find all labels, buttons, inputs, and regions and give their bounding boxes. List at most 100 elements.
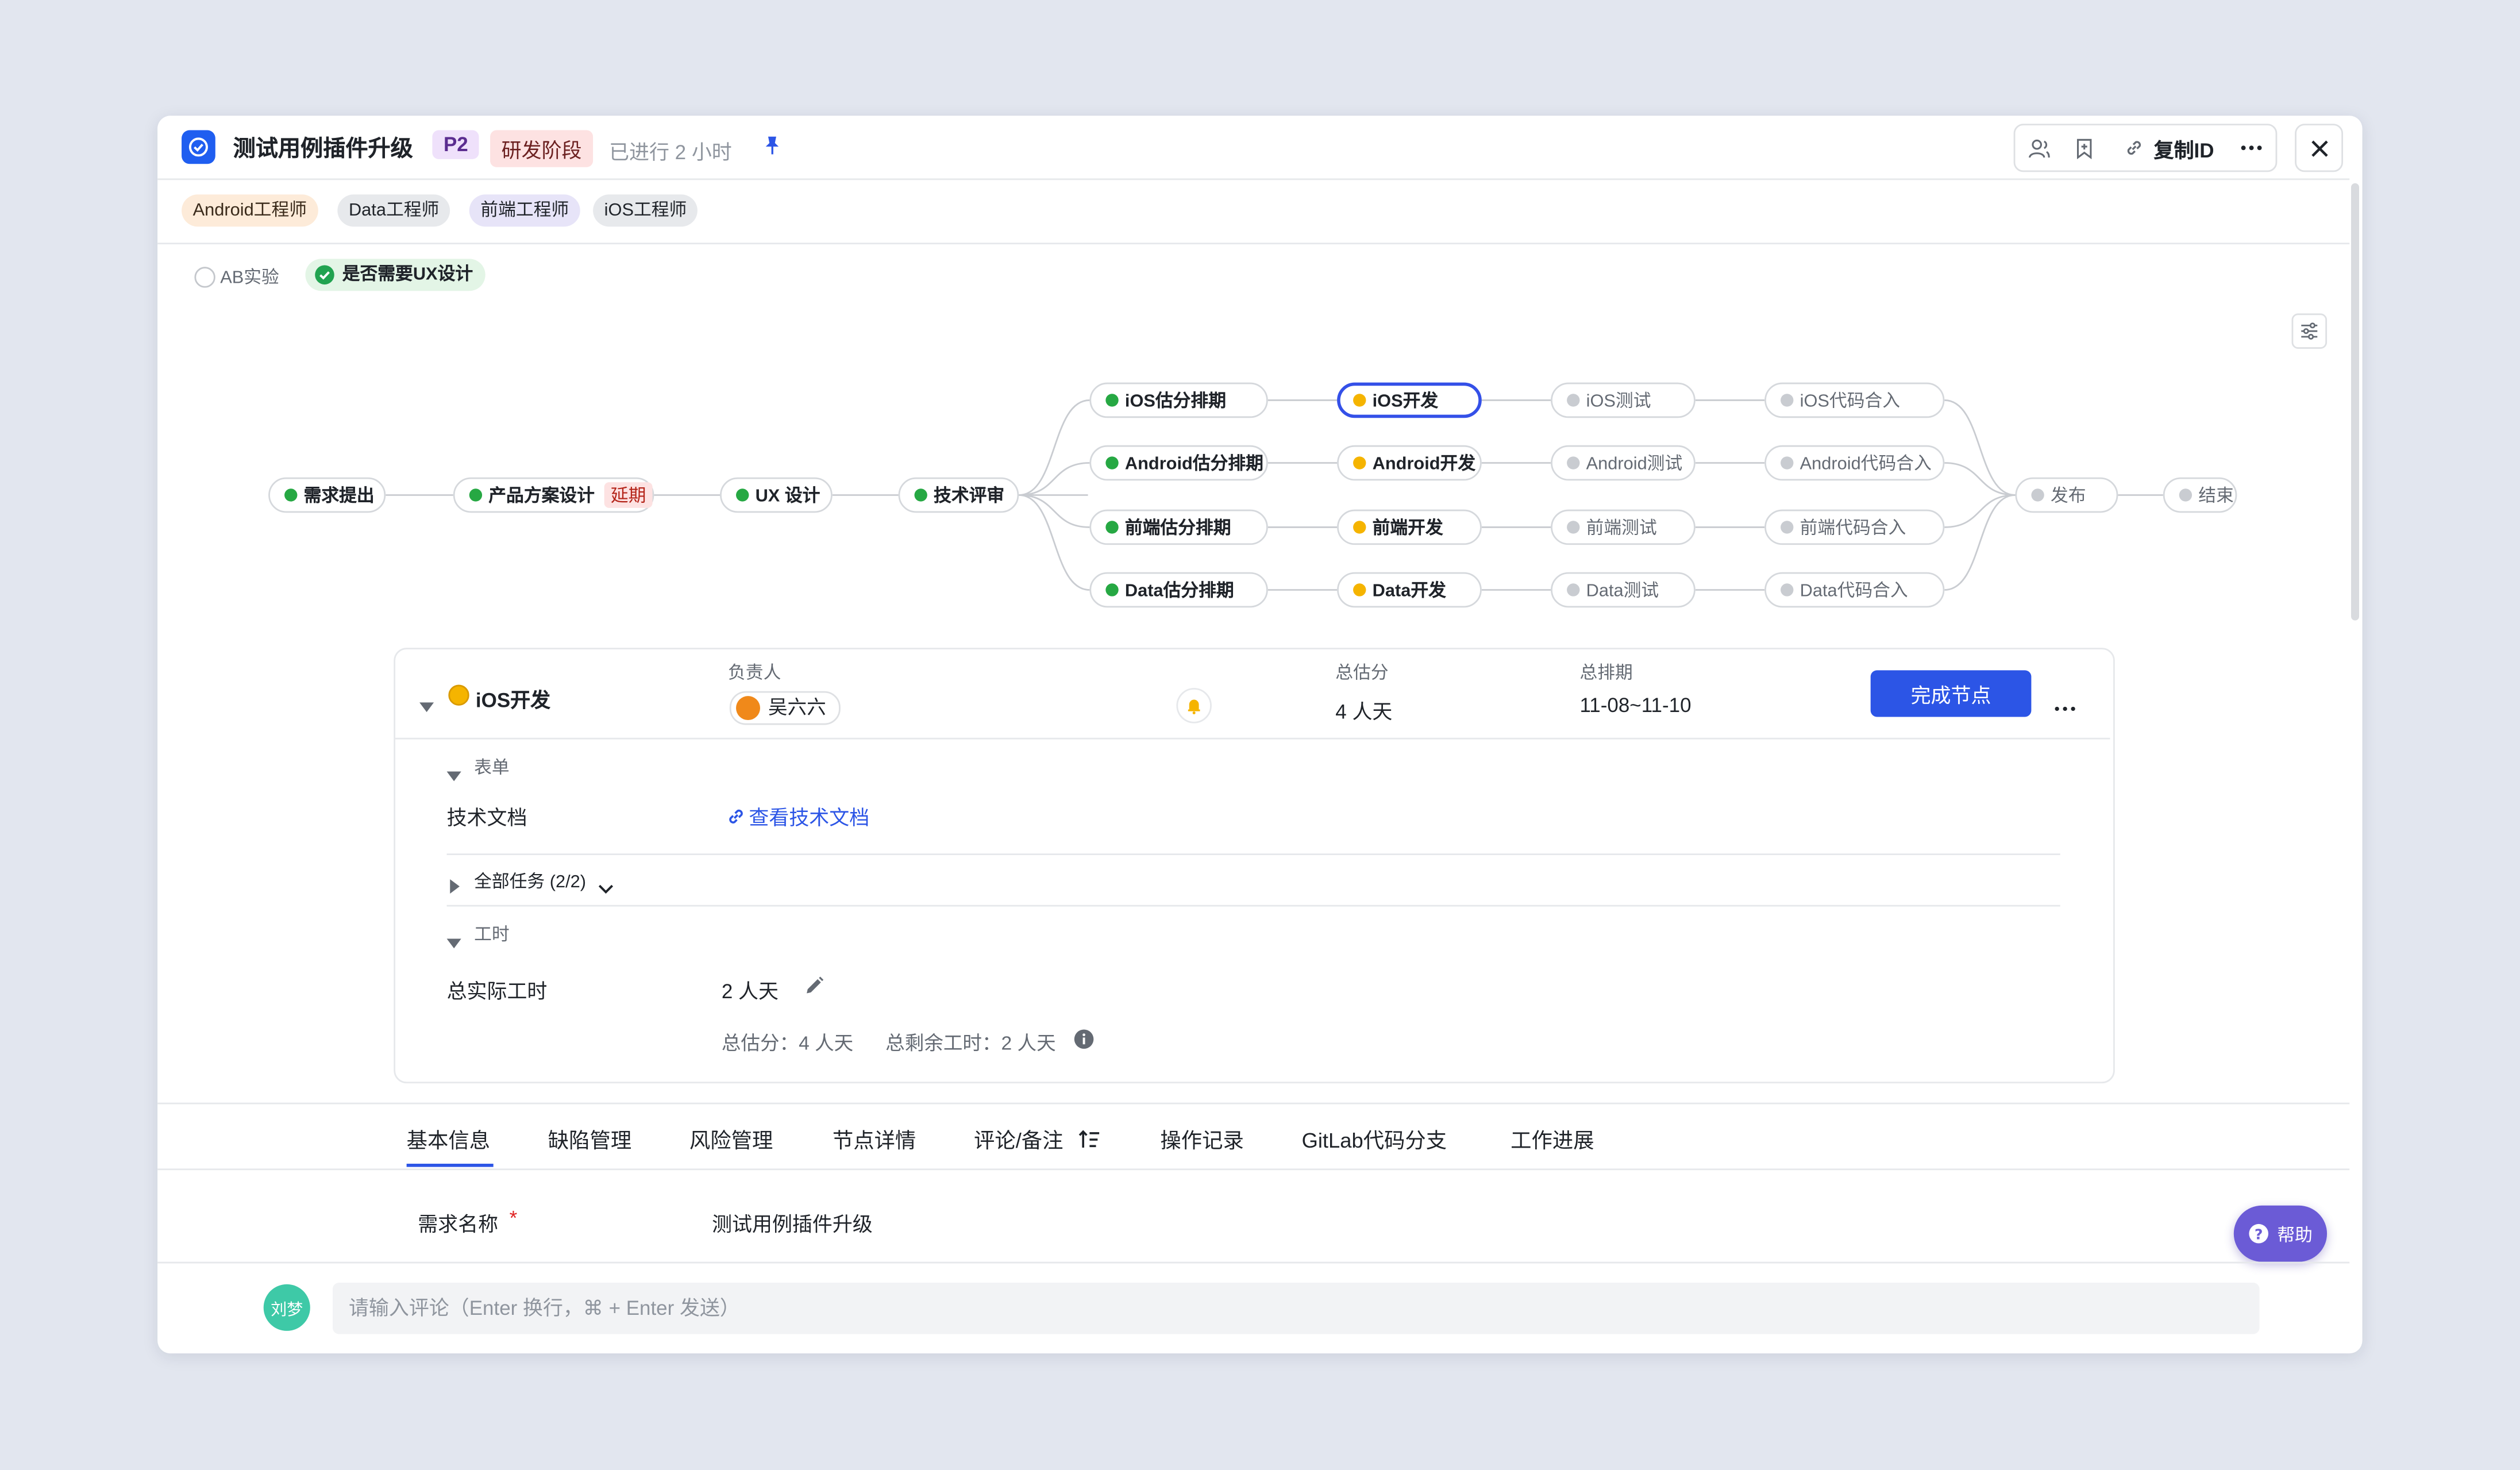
tech-doc-link[interactable]: 查看技术文档 [726,801,869,831]
bell-icon [1188,699,1200,714]
flow-node-android-test[interactable]: Android测试 [1551,445,1696,481]
tab-comments[interactable]: 评论/备注 [974,1123,1101,1154]
complete-node-button[interactable]: 完成节点 [1870,670,2032,717]
summary-remaining: 总剩余工时：2 人天 [885,1032,1056,1055]
tech-doc-link-text: 查看技术文档 [749,807,870,830]
flow-node-label: 前端估分排期 [1124,519,1231,538]
flow-node-ux-design[interactable]: UX 设计 [720,477,833,513]
tab-gitlab-branches[interactable]: GitLab代码分支 [1302,1123,1447,1154]
tabs-top-divider [157,1102,2350,1105]
status-dot [736,488,749,502]
flow-node-label: UX 设计 [755,487,820,507]
flow-node-label: Data测试 [1586,582,1659,602]
collapse-caret-icon[interactable] [419,691,434,720]
flow-node-ios-estimate[interactable]: iOS估分排期 [1089,382,1268,418]
owner-chip[interactable]: 吴六六 [729,691,841,725]
flow-node-frontend-merge[interactable]: 前端代码合入 [1764,509,1945,545]
flow-node-label: iOS代码合入 [1800,392,1901,412]
svg-text:?: ? [2255,1226,2263,1242]
flow-node-label: 前端测试 [1586,519,1657,538]
owner-name: 吴六六 [768,696,826,719]
flow-node-label: 技术评审 [934,487,1005,507]
remind-button[interactable] [1176,688,1212,724]
flow-node-android-merge[interactable]: Android代码合入 [1764,445,1945,481]
flow-node-label: 需求提出 [303,487,375,507]
status-dot [284,488,298,502]
tab-node-details[interactable]: 节点详情 [833,1123,916,1154]
avatar [736,696,760,721]
hours-caret-icon[interactable] [446,928,461,956]
requirement-name-label: 需求名称 [418,1213,499,1236]
detail-node-name: iOS开发 [475,689,551,713]
section-divider [446,905,2060,907]
flow-node-ios-dev[interactable]: iOS开发 [1337,382,1482,418]
help-button[interactable]: ? 帮助 [2233,1205,2328,1262]
tab-risks[interactable]: 风险管理 [689,1123,773,1154]
flow-node-label: Data代码合入 [1800,582,1908,602]
flag-icon [914,488,927,502]
tab-basic-info[interactable]: 基本信息 [407,1123,490,1154]
flow-node-release[interactable]: 发布 [2015,477,2118,513]
actual-hours-label: 总实际工时 [446,980,548,1003]
flow-node-label: 发布 [2050,487,2086,507]
card-more-icon[interactable] [2054,691,2076,720]
flow-node-frontend-estimate[interactable]: 前端估分排期 [1089,509,1268,545]
form-caret-icon[interactable] [446,760,461,789]
status-dot [1567,456,1580,470]
tasks-caret-icon[interactable] [450,873,460,902]
requirement-name-value[interactable]: 测试用例插件升级 [712,1207,873,1238]
comment-input[interactable]: 请输入评论（Enter 换行，⌘ + Enter 发送） [332,1283,2260,1334]
flow-connectors [386,399,2163,591]
flow-node-ios-merge[interactable]: iOS代码合入 [1764,382,1945,418]
section-divider [446,853,2060,856]
flow-node-label: Data估分排期 [1124,582,1234,602]
summary-estimate: 总估分：4 人天 [721,1032,854,1055]
schedule-label: 总排期 [1579,664,1633,683]
flow-node-data-merge[interactable]: Data代码合入 [1764,572,1945,608]
flow-node-ios-test[interactable]: iOS测试 [1551,382,1696,418]
info-icon[interactable] [1073,1029,1094,1057]
tab-defects[interactable]: 缺陷管理 [548,1123,631,1154]
flow-node-end[interactable]: 结束 [2163,477,2237,513]
flow-node-android-estimate[interactable]: Android估分排期 [1089,445,1268,481]
hours-section-title[interactable]: 工时 [474,921,510,947]
tab-progress[interactable]: 工作进展 [1511,1123,1594,1154]
flow-node-data-dev[interactable]: Data开发 [1337,572,1482,608]
flow-node-label: Android代码合入 [1800,455,1932,475]
tab-operation-log[interactable]: 操作记录 [1160,1123,1243,1154]
flow-node-frontend-dev[interactable]: 前端开发 [1337,509,1482,545]
form-section-title[interactable]: 表单 [474,754,510,780]
link-icon [729,809,743,823]
flow-node-requirement[interactable]: 需求提出 [268,477,386,513]
status-dot [1567,521,1580,534]
tasks-section-title[interactable]: 全部任务 (2/2) [474,868,586,894]
status-dot [1781,583,1794,597]
status-dot [1105,583,1119,597]
status-dot [1353,583,1366,597]
requirement-window: 测试用例插件升级 P2 研发阶段 已进行 2 小时 复制ID Android工程… [157,116,2363,1354]
active-tab-indicator [406,1164,494,1167]
edit-pencil-icon[interactable] [804,976,824,1005]
status-dot [1105,456,1119,470]
flow-node-data-estimate[interactable]: Data估分排期 [1089,572,1268,608]
status-dot [1781,521,1794,534]
owner-label: 负责人 [728,664,781,683]
help-label: 帮助 [2277,1225,2313,1245]
estimate-value: 4 人天 [1335,701,1393,724]
question-icon: ? [2249,1223,2268,1244]
status-dot [1353,521,1366,534]
tab-comments-label: 评论/备注 [973,1128,1064,1153]
status-dot [1105,394,1119,407]
status-dot [1353,456,1366,470]
flow-node-frontend-test[interactable]: 前端测试 [1551,509,1696,545]
flow-node-tech-review[interactable]: 技术评审 [898,477,1019,513]
status-dot [1567,583,1580,597]
flow-node-android-dev[interactable]: Android开发 [1337,445,1482,481]
node-detail-card: iOS开发 负责人 吴六六 总估分 4 人天 总排期 11-08~11-10 完… [394,648,2115,1084]
flow-node-product-design[interactable]: 产品方案设计 延期 [453,477,654,513]
chevron-down-icon[interactable] [598,875,614,903]
status-dot [2179,488,2193,502]
status-dot [1781,456,1794,470]
comment-divider [157,1261,2350,1264]
flow-node-data-test[interactable]: Data测试 [1551,572,1696,608]
